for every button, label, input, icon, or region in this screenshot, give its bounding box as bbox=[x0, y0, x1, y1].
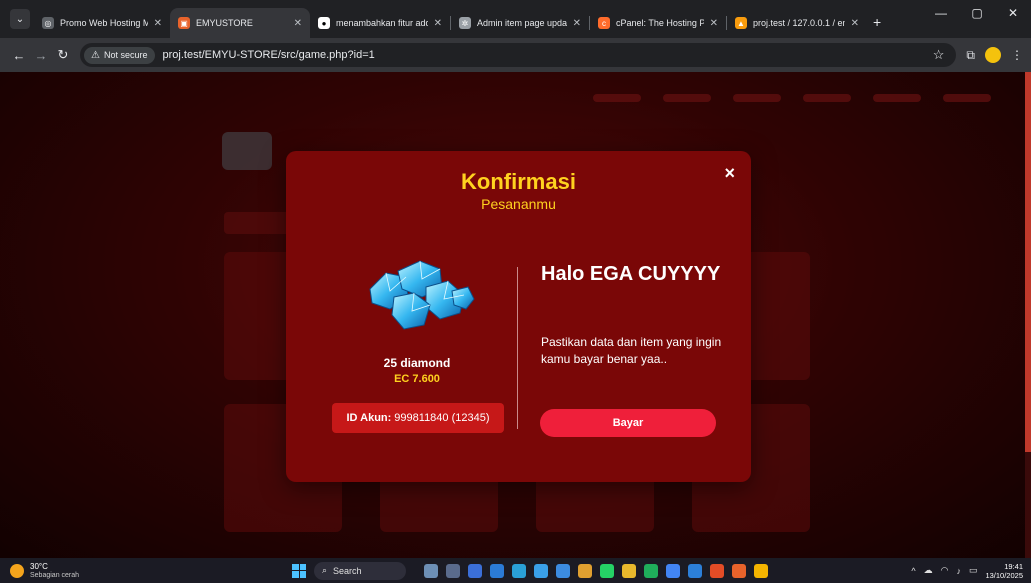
menu-icon[interactable]: ⋮ bbox=[1011, 48, 1023, 62]
store-icon: ▣ bbox=[178, 17, 190, 29]
tab-chatgpt[interactable]: ✲ Admin item page update ✕ bbox=[451, 8, 589, 38]
cloud-icon[interactable]: ☁ bbox=[924, 565, 933, 576]
clock-date: 13/10/2025 bbox=[985, 570, 1023, 580]
extensions-icon[interactable]: ⧉ bbox=[966, 48, 975, 63]
volume-icon[interactable]: ♪ bbox=[956, 566, 961, 576]
weather-sun-icon bbox=[10, 563, 24, 578]
close-tab-icon[interactable]: ✕ bbox=[154, 18, 162, 29]
tab-github[interactable]: ● menambahkan fitur add ir ✕ bbox=[310, 8, 450, 38]
wifi-icon[interactable]: ◠ bbox=[941, 565, 949, 576]
battery-icon[interactable]: ▭ bbox=[969, 565, 978, 576]
window-controls: — ▢ ✕ bbox=[923, 0, 1031, 26]
taskbar-apps bbox=[424, 563, 768, 578]
confirmation-message: Pastikan data dan item yang ingin kamu b… bbox=[541, 335, 722, 366]
windows-start-icon[interactable] bbox=[292, 563, 306, 578]
vscode-icon[interactable] bbox=[688, 563, 702, 578]
new-tab-button[interactable]: + bbox=[873, 14, 881, 30]
bookmark-star-icon[interactable]: ☆ bbox=[933, 47, 945, 63]
item-price: EC 7.600 bbox=[394, 373, 440, 385]
system-tray: ^ ☁ ◠ ♪ ▭ 19:41 13/10/2025 bbox=[911, 562, 1023, 580]
app-widget-icon[interactable] bbox=[424, 563, 438, 578]
taskbar-clock[interactable]: 19:41 13/10/2025 bbox=[985, 562, 1023, 580]
windows-taskbar: 30°C Sebagian cerah ⌕ Search ^ ☁ ◠ ♪ ▭ 1… bbox=[0, 558, 1031, 583]
modal-subtitle: Pesananmu bbox=[481, 196, 556, 212]
search-label: Search bbox=[333, 565, 362, 576]
order-confirmation-modal: × Konfirmasi Pesananmu 25 diamond EC 7.6… bbox=[286, 151, 751, 482]
chatgpt-icon: ✲ bbox=[459, 17, 471, 29]
app-icon[interactable] bbox=[710, 563, 724, 578]
file-explorer-icon[interactable] bbox=[446, 563, 460, 578]
tab-cpanel[interactable]: c cPanel: The Hosting Platfo ✕ bbox=[590, 8, 726, 38]
forward-icon[interactable]: → bbox=[30, 48, 52, 63]
taskbar-search[interactable]: ⌕ Search bbox=[314, 561, 406, 580]
toolbar-actions: ⧉ ⋮ bbox=[966, 47, 1023, 63]
folder-icon[interactable] bbox=[622, 563, 636, 578]
tab-title: cPanel: The Hosting Platfo bbox=[616, 18, 704, 28]
globe-icon: ◎ bbox=[42, 17, 54, 29]
chrome-icon[interactable] bbox=[666, 563, 680, 578]
pay-button[interactable]: Bayar bbox=[540, 409, 716, 437]
not-secure-label: Not secure bbox=[103, 50, 148, 60]
tab-title: Promo Web Hosting Mura bbox=[60, 18, 148, 28]
close-tab-icon[interactable]: ✕ bbox=[851, 18, 859, 29]
screen: ⌄ ◎ Promo Web Hosting Mura ✕ ▣ EMYUSTORE… bbox=[0, 0, 1031, 583]
modal-title: Konfirmasi bbox=[461, 169, 576, 194]
clock-time: 19:41 bbox=[1004, 561, 1023, 571]
close-tab-icon[interactable]: ✕ bbox=[573, 18, 581, 29]
tab-title: EMYUSTORE bbox=[196, 18, 253, 28]
weather-widget[interactable]: 30°C Sebagian cerah bbox=[10, 562, 230, 580]
app-icon[interactable] bbox=[468, 563, 482, 578]
diamond-icon bbox=[369, 260, 475, 330]
close-tab-icon[interactable]: ✕ bbox=[710, 18, 718, 29]
tab-search-button[interactable]: ⌄ bbox=[10, 9, 30, 29]
cpanel-icon: c bbox=[598, 17, 610, 29]
back-icon[interactable]: ← bbox=[8, 48, 30, 63]
address-bar-row: ← → ↻ ⚠ Not secure proj.test/EMYU-STORE/… bbox=[0, 38, 1031, 72]
weather-temperature: 30°C bbox=[30, 561, 48, 571]
weather-condition: Sebagian cerah bbox=[30, 571, 80, 579]
maximize-icon[interactable]: ▢ bbox=[959, 0, 995, 26]
account-id-badge: ID Akun: 999811840 (12345) bbox=[332, 403, 504, 433]
edge-icon[interactable] bbox=[512, 563, 526, 578]
github-icon: ● bbox=[318, 17, 330, 29]
close-tab-icon[interactable]: ✕ bbox=[294, 18, 302, 29]
modal-divider bbox=[517, 267, 518, 429]
tab-title: menambahkan fitur add ir bbox=[336, 18, 428, 28]
minimize-icon[interactable]: — bbox=[923, 0, 959, 26]
phpmyadmin-icon: ▲ bbox=[735, 17, 747, 29]
item-name: 25 diamond bbox=[383, 356, 451, 370]
tab-title: Admin item page update bbox=[477, 18, 567, 28]
profile-avatar[interactable] bbox=[985, 47, 1001, 63]
greeting-heading: Halo EGA CUYYYY bbox=[541, 263, 721, 285]
close-window-icon[interactable]: ✕ bbox=[995, 0, 1031, 26]
app-icon[interactable] bbox=[534, 563, 548, 578]
tab-phpmyadmin[interactable]: ▲ proj.test / 127.0.0.1 / emyu ✕ bbox=[727, 8, 867, 38]
security-chip[interactable]: ⚠ Not secure bbox=[84, 46, 155, 64]
tab-promo-hosting[interactable]: ◎ Promo Web Hosting Mura ✕ bbox=[34, 8, 170, 38]
warning-icon: ⚠ bbox=[91, 49, 100, 61]
app-icon[interactable] bbox=[578, 563, 592, 578]
url-bar[interactable]: ⚠ Not secure proj.test/EMYU-STORE/src/ga… bbox=[80, 43, 957, 67]
account-id-label: ID Akun: bbox=[346, 412, 392, 424]
page-scrollbar[interactable] bbox=[1025, 72, 1031, 558]
url-text[interactable]: proj.test/EMYU-STORE/src/game.php?id=1 bbox=[163, 49, 375, 61]
whatsapp-icon[interactable] bbox=[600, 563, 614, 578]
app-icon[interactable] bbox=[556, 563, 570, 578]
account-id-value: 999811840 (12345) bbox=[394, 412, 490, 424]
close-tab-icon[interactable]: ✕ bbox=[434, 18, 442, 29]
browser-tab-bar: ⌄ ◎ Promo Web Hosting Mura ✕ ▣ EMYUSTORE… bbox=[0, 0, 1031, 38]
search-icon: ⌕ bbox=[322, 565, 328, 575]
reload-icon[interactable]: ↻ bbox=[52, 47, 74, 63]
app-icon[interactable] bbox=[644, 563, 658, 578]
tab-emyustore[interactable]: ▣ EMYUSTORE ✕ bbox=[170, 8, 310, 38]
chrome-canary-icon[interactable] bbox=[754, 563, 768, 578]
app-icon[interactable] bbox=[490, 563, 504, 578]
chevron-up-icon[interactable]: ^ bbox=[911, 566, 915, 576]
app-icon[interactable] bbox=[732, 563, 746, 578]
tab-title: proj.test / 127.0.0.1 / emyu bbox=[753, 18, 845, 28]
